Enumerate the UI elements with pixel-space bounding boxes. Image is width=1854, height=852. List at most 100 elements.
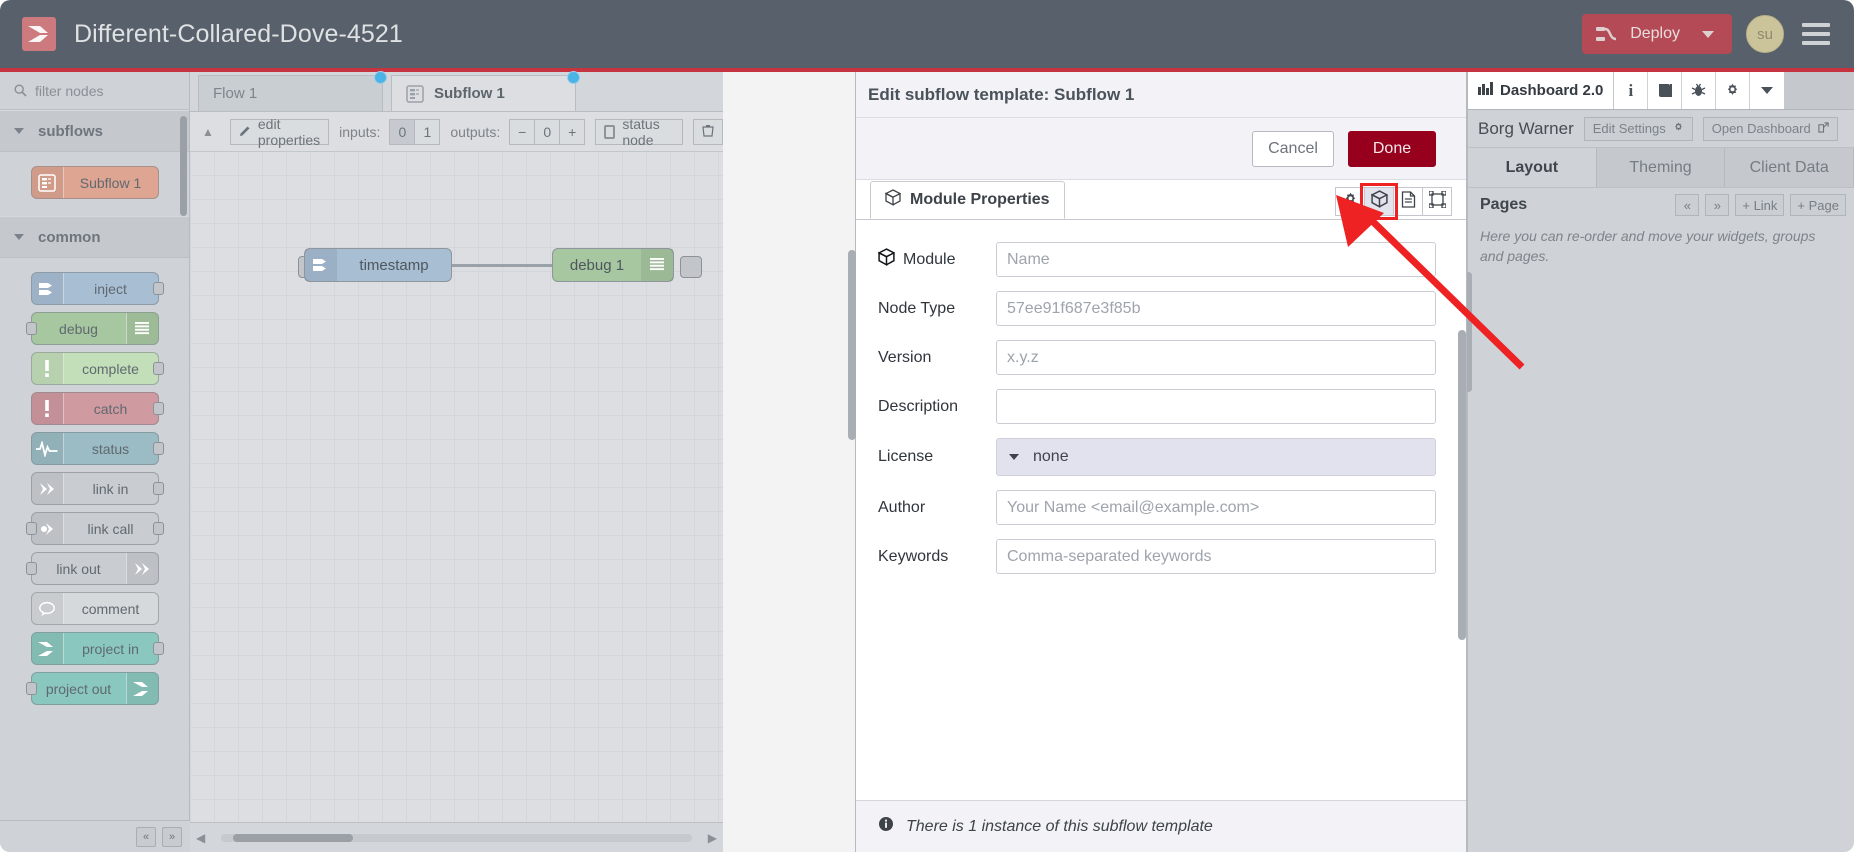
inputs-option-1[interactable]: 1 — [414, 118, 441, 145]
dialog-icon-button-group — [1335, 183, 1452, 220]
palette-node-debug[interactable]: debug — [25, 312, 159, 345]
add-link-button[interactable]: + Link — [1735, 194, 1785, 216]
inject-arrow-icon — [305, 249, 337, 281]
add-page-button[interactable]: + Page — [1790, 194, 1846, 216]
node-type-input[interactable] — [996, 291, 1436, 326]
dialog-scrollbar[interactable] — [1458, 330, 1466, 640]
field-label-text: Version — [878, 348, 932, 366]
node-input-port[interactable] — [25, 322, 37, 335]
cancel-button[interactable]: Cancel — [1252, 130, 1334, 167]
node-input-port[interactable] — [25, 562, 37, 575]
filter-nodes-input[interactable]: filter nodes — [35, 83, 103, 99]
deploy-button[interactable]: Deploy — [1582, 14, 1732, 54]
chevron-right-icon[interactable]: ▶ — [702, 831, 723, 845]
inputs-stepper[interactable]: 0 1 — [389, 118, 441, 145]
move-down-button[interactable]: » — [1705, 194, 1730, 216]
flow-tab-Flow-1[interactable]: Flow 1 — [198, 71, 387, 111]
flow-canvas[interactable]: timestamp debug 1 — [190, 152, 723, 824]
flow-node-debug-1[interactable]: debug 1 — [552, 248, 674, 282]
palette-node-catch[interactable]: catch — [30, 392, 164, 425]
description-input[interactable] — [996, 389, 1436, 424]
node-input-port[interactable] — [25, 682, 37, 695]
move-up-button[interactable]: « — [1675, 194, 1700, 216]
dialog-tabs-row: Module Properties — [856, 180, 1466, 220]
tab-dashboard[interactable]: Dashboard 2.0 — [1468, 72, 1615, 109]
dashboard-tab-theming[interactable]: Theming — [1596, 148, 1726, 187]
edit-properties-button[interactable]: edit properties — [229, 116, 330, 148]
author-input[interactable] — [996, 490, 1436, 525]
palette-category-subflows[interactable]: subflows — [0, 110, 189, 152]
license-select[interactable]: none — [996, 438, 1436, 476]
done-button[interactable]: Done — [1348, 130, 1436, 167]
node-output-port[interactable] — [152, 642, 164, 655]
open-dashboard-button[interactable]: Open Dashboard — [1702, 116, 1838, 141]
debug-tab-button[interactable] — [1682, 72, 1717, 109]
dashboard-tab-client-data[interactable]: Client Data — [1725, 148, 1854, 187]
dashboard-project-row: Borg Warner Edit Settings Open Dashboard — [1468, 110, 1854, 148]
properties-gear-button[interactable] — [1335, 187, 1365, 216]
canvas-horizontal-scrollbar[interactable] — [221, 833, 692, 842]
info-icon — [878, 816, 894, 837]
hamburger-menu-icon[interactable] — [1798, 19, 1834, 49]
edit-settings-button[interactable]: Edit Settings — [1583, 116, 1693, 141]
node-input-port[interactable] — [25, 522, 37, 535]
toolbar-collapse-icon[interactable]: ▲ — [196, 125, 220, 139]
dialog-outer-scrollbar[interactable] — [848, 250, 856, 440]
node-output-port[interactable] — [152, 522, 164, 535]
palette-node-complete[interactable]: complete — [30, 352, 164, 385]
app-header: Different-Collared-Dove-4521 Deploy su — [0, 0, 1854, 68]
module-input[interactable] — [996, 242, 1436, 277]
outputs-label: outputs: — [450, 123, 501, 140]
flow-node-timestamp[interactable]: timestamp — [304, 248, 452, 282]
description-document-button[interactable] — [1393, 187, 1423, 216]
outputs-value: 0 — [534, 118, 561, 145]
field-label-module: Module — [877, 248, 996, 271]
palette-filter-row[interactable]: filter nodes — [0, 72, 189, 110]
help-tab-button[interactable] — [1648, 72, 1683, 109]
chevron-down-icon[interactable] — [1702, 30, 1714, 38]
node-output-port[interactable] — [152, 282, 164, 295]
keywords-input[interactable] — [996, 539, 1436, 574]
field-label-keywords: Keywords — [878, 548, 996, 566]
node-output-port[interactable] — [152, 362, 164, 375]
node-output-port[interactable] — [152, 442, 164, 455]
field-label-text: Author — [878, 498, 926, 516]
avatar[interactable]: su — [1746, 15, 1784, 53]
inputs-option-0[interactable]: 0 — [389, 118, 416, 145]
outputs-decrement-button[interactable]: − — [509, 118, 536, 145]
palette-node-status[interactable]: status — [30, 432, 164, 465]
palette-node-comment[interactable]: comment — [30, 592, 159, 625]
subflow-output-port[interactable] — [680, 256, 702, 278]
sidebar-more-button[interactable] — [1750, 72, 1785, 109]
config-tab-button[interactable] — [1716, 72, 1751, 109]
scrollbar-thumb[interactable] — [233, 833, 354, 842]
palette-node-project-out[interactable]: project out — [25, 672, 159, 705]
delete-subflow-button[interactable] — [693, 118, 723, 145]
chevron-left-icon[interactable]: ◀ — [190, 831, 211, 845]
tab-module-properties[interactable]: Module Properties — [870, 181, 1065, 219]
palette-node-link-out[interactable]: link out — [25, 552, 159, 585]
tab-module-properties-label: Module Properties — [910, 191, 1050, 208]
outputs-increment-button[interactable]: + — [559, 118, 586, 145]
info-tab-button[interactable]: i — [1614, 72, 1649, 109]
module-cube-button[interactable] — [1360, 183, 1398, 220]
expand-all-icon[interactable]: » — [162, 826, 182, 847]
palette-node-inject[interactable]: inject — [30, 272, 164, 305]
trash-icon — [702, 124, 714, 140]
version-input[interactable] — [996, 340, 1436, 375]
outputs-stepper[interactable]: − 0 + — [509, 118, 586, 145]
palette-node-link-in[interactable]: link in — [30, 472, 164, 505]
palette-node-Subflow-1[interactable]: Subflow 1 — [30, 166, 159, 199]
node-output-port[interactable] — [152, 482, 164, 495]
palette-scrollbar[interactable] — [180, 116, 187, 216]
node-output-port[interactable] — [152, 402, 164, 415]
cube-icon — [877, 248, 896, 271]
dashboard-tab-layout[interactable]: Layout — [1468, 148, 1597, 187]
palette-node-link-call[interactable]: link call — [25, 512, 164, 545]
status-node-checkbox[interactable]: status node — [595, 116, 683, 148]
palette-category-common[interactable]: common — [0, 216, 189, 258]
flow-tab-Subflow-1[interactable]: Subflow 1 — [391, 71, 580, 111]
palette-node-project-in[interactable]: project in — [30, 632, 164, 665]
appearance-button[interactable] — [1422, 187, 1452, 216]
collapse-all-icon[interactable]: « — [136, 826, 156, 847]
